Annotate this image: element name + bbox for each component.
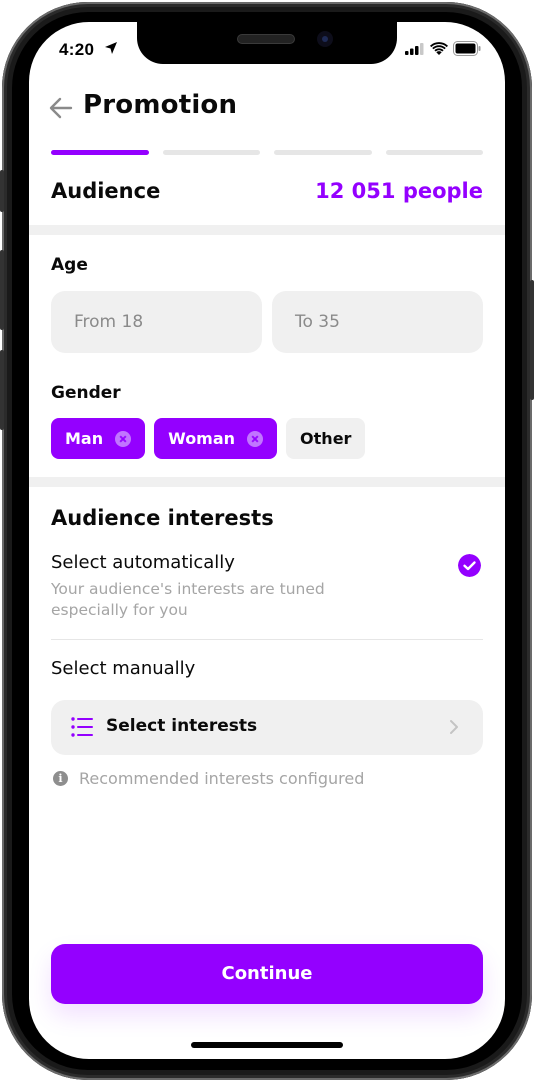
gender-label: Gender: [51, 383, 121, 403]
check-circle-icon[interactable]: [458, 554, 481, 577]
gender-chip-woman[interactable]: Woman: [154, 418, 278, 459]
interests-title: Audience interests: [51, 506, 274, 530]
remove-icon[interactable]: [115, 430, 132, 447]
remove-icon[interactable]: [247, 430, 264, 447]
select-automatically-option[interactable]: Select automatically Your audience's int…: [51, 552, 483, 622]
option-title: Select automatically: [51, 552, 235, 573]
battery-icon: [453, 41, 481, 56]
age-from-input[interactable]: From 18: [51, 291, 262, 353]
select-manually-label: Select manually: [51, 658, 196, 679]
audience-summary: Audience 12 051 people: [51, 179, 483, 209]
mute-switch: [0, 170, 4, 212]
audience-count: 12 051 people: [315, 179, 483, 203]
select-interests-button[interactable]: Select interests: [51, 700, 483, 755]
select-interests-label: Select interests: [106, 716, 258, 736]
option-description: Your audience's interests are tuned espe…: [51, 580, 325, 619]
progress-step: [274, 150, 372, 155]
progress-step: [162, 150, 260, 155]
header: Promotion: [29, 86, 505, 130]
volume-up-button: [0, 250, 4, 330]
page-title: Promotion: [83, 90, 238, 120]
chip-label: Woman: [168, 429, 236, 448]
progress-step: [51, 150, 149, 155]
arrow-left-icon[interactable]: [49, 97, 73, 119]
section-divider: [29, 477, 505, 487]
audience-label: Audience: [51, 179, 161, 203]
list-icon: [71, 717, 93, 737]
chip-label: Man: [65, 429, 104, 448]
cellular-signal-icon: [405, 43, 424, 55]
front-camera: [317, 31, 333, 47]
info-icon: i: [53, 771, 68, 786]
app-screen: 4:20 Promotion Audience 12 051 people Ag…: [29, 22, 505, 1059]
age-label: Age: [51, 255, 88, 275]
speaker: [237, 34, 295, 44]
chevron-right-icon: [450, 720, 458, 734]
status-time: 4:20: [59, 40, 95, 59]
chip-label: Other: [300, 429, 352, 448]
divider: [51, 639, 483, 640]
gender-chip-man[interactable]: Man: [51, 418, 146, 459]
gender-chips: Man Woman Other: [51, 418, 366, 459]
notch: [137, 22, 397, 64]
power-button: [530, 280, 534, 400]
home-indicator: [191, 1042, 343, 1048]
step-progress: [51, 150, 483, 155]
section-divider: [29, 225, 505, 235]
info-text: Recommended interests configured: [79, 769, 365, 788]
progress-step: [385, 150, 483, 155]
age-to-input[interactable]: To 35: [272, 291, 483, 353]
volume-down-button: [0, 350, 4, 430]
continue-button[interactable]: Continue: [51, 944, 483, 1004]
gender-chip-other[interactable]: Other: [286, 418, 366, 459]
location-arrow-icon: [105, 42, 117, 54]
wifi-icon: [430, 42, 448, 55]
